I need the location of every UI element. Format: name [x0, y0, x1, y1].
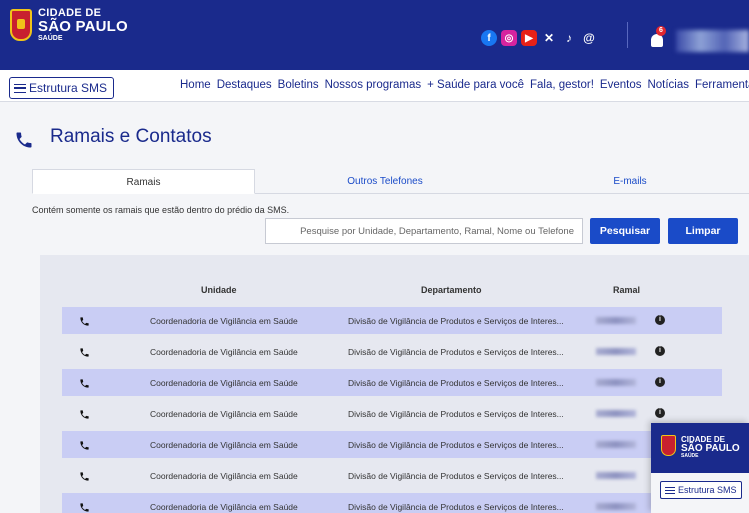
table-row[interactable]: Coordenadoria de Vigilância em Saúde Div…	[62, 493, 722, 513]
phone-icon	[80, 410, 89, 419]
phone-icon	[80, 503, 89, 512]
cell-ramal-blurred	[596, 379, 636, 386]
info-icon[interactable]: i	[655, 408, 665, 418]
col-departamento: Departamento	[421, 285, 482, 295]
nav-saude-para-voce[interactable]: + Saúde para você	[427, 79, 524, 91]
cell-ramal-blurred	[596, 472, 636, 479]
phone-icon	[80, 317, 89, 326]
phone-icon	[80, 441, 89, 450]
nav-fala-gestor[interactable]: Fala, gestor!	[530, 79, 594, 91]
notification-badge: 6	[656, 26, 666, 36]
phone-icon	[16, 132, 32, 148]
tab-ramais[interactable]: Ramais	[32, 169, 255, 194]
clear-button[interactable]: Limpar	[668, 218, 738, 244]
table-row[interactable]: Coordenadoria de Vigilância em Saúde Div…	[62, 462, 722, 489]
cell-unidade: Coordenadoria de Vigilância em Saúde	[150, 409, 298, 419]
estrutura-sms-button[interactable]: Estrutura SMS	[9, 77, 115, 99]
tab-emails[interactable]: E-mails	[515, 169, 745, 194]
cell-unidade: Coordenadoria de Vigilância em Saúde	[150, 440, 298, 450]
page-title: Ramais e Contatos	[50, 126, 212, 147]
nav-noticias[interactable]: Notícias	[647, 79, 689, 91]
cell-unidade: Coordenadoria de Vigilância em Saúde	[150, 347, 298, 357]
ramais-table: Unidade Departamento Ramal Coordenadoria…	[40, 255, 749, 513]
sp-saude-logo[interactable]: CIDADE DE SÃO PAULO SAÚDE	[10, 8, 128, 42]
nav-ferramentas[interactable]: Ferramentas	[695, 79, 749, 91]
cell-ramal-blurred	[596, 348, 636, 355]
nav-links: Home Destaques Boletins Nossos programas…	[180, 79, 749, 91]
nav-nossos-programas[interactable]: Nossos programas	[325, 79, 422, 91]
social-links: f ◎ ▶ ✕ ♪ @	[481, 30, 597, 46]
phone-icon	[80, 348, 89, 357]
info-icon[interactable]: i	[655, 377, 665, 387]
cell-ramal-blurred	[596, 441, 636, 448]
top-header: CIDADE DE SÃO PAULO SAÚDE f ◎ ▶ ✕ ♪ @ 6	[0, 0, 749, 70]
table-header: Unidade Departamento Ramal	[40, 279, 749, 303]
cell-departamento: Divisão de Vigilância de Produtos e Serv…	[348, 471, 564, 481]
mini-estrutura-sms-button: Estrutura SMS	[660, 481, 742, 499]
table-row[interactable]: Coordenadoria de Vigilância em Saúde Div…	[62, 400, 722, 427]
cell-unidade: Coordenadoria de Vigilância em Saúde	[150, 316, 298, 326]
table-row[interactable]: Coordenadoria de Vigilância em Saúde Div…	[62, 338, 722, 365]
facebook-icon[interactable]: f	[481, 30, 497, 46]
nav-home[interactable]: Home	[180, 79, 211, 91]
col-unidade: Unidade	[201, 285, 237, 295]
contact-tabs: Ramais Outros Telefones E-mails	[32, 169, 749, 194]
phone-icon	[80, 472, 89, 481]
col-ramal: Ramal	[613, 285, 641, 295]
menu-label: Estrutura SMS	[29, 81, 108, 95]
info-text: Contém somente os ramais que estão dentr…	[32, 205, 290, 215]
table-row[interactable]: Coordenadoria de Vigilância em Saúde Div…	[62, 431, 722, 458]
logo-line3: SAÚDE	[38, 35, 63, 42]
table-row[interactable]: Coordenadoria de Vigilância em Saúde Div…	[62, 307, 722, 334]
cell-unidade: Coordenadoria de Vigilância em Saúde	[150, 502, 298, 512]
mini-header: CIDADE DE SÃO PAULO SAÚDE	[651, 423, 749, 473]
city-crest-icon	[10, 9, 32, 41]
cell-departamento: Divisão de Vigilância de Produtos e Serv…	[348, 316, 564, 326]
header-divider	[627, 22, 628, 48]
cell-departamento: Divisão de Vigilância de Produtos e Serv…	[348, 378, 564, 388]
user-profile-blurred[interactable]	[676, 30, 749, 52]
nav-boletins[interactable]: Boletins	[278, 79, 319, 91]
x-icon[interactable]: ✕	[541, 30, 557, 46]
cell-departamento: Divisão de Vigilância de Produtos e Serv…	[348, 347, 564, 357]
search-input[interactable]	[265, 218, 583, 244]
mini-menu-label: Estrutura SMS	[678, 485, 737, 495]
info-icon[interactable]: i	[655, 346, 665, 356]
table-row[interactable]: Coordenadoria de Vigilância em Saúde Div…	[62, 369, 722, 396]
cell-unidade: Coordenadoria de Vigilância em Saúde	[150, 471, 298, 481]
cell-ramal-blurred	[596, 317, 636, 324]
mini-screenshot-overlay: CIDADE DE SÃO PAULO SAÚDE Estrutura SMS	[651, 423, 749, 513]
cell-ramal-blurred	[596, 410, 636, 417]
tiktok-icon[interactable]: ♪	[561, 30, 577, 46]
hamburger-icon	[14, 83, 26, 93]
threads-icon[interactable]: @	[581, 30, 597, 46]
mini-logo-line3: SAÚDE	[681, 453, 699, 459]
phone-icon	[80, 379, 89, 388]
nav-destaques[interactable]: Destaques	[217, 79, 272, 91]
search-button[interactable]: Pesquisar	[590, 218, 660, 244]
cell-unidade: Coordenadoria de Vigilância em Saúde	[150, 378, 298, 388]
main-nav: Estrutura SMS Home Destaques Boletins No…	[0, 70, 749, 102]
youtube-icon[interactable]: ▶	[521, 30, 537, 46]
cell-departamento: Divisão de Vigilância de Produtos e Serv…	[348, 502, 564, 512]
hamburger-icon	[665, 486, 675, 494]
tab-outros-telefones[interactable]: Outros Telefones	[255, 169, 515, 194]
nav-eventos[interactable]: Eventos	[600, 79, 642, 91]
instagram-icon[interactable]: ◎	[501, 30, 517, 46]
cell-departamento: Divisão de Vigilância de Produtos e Serv…	[348, 440, 564, 450]
info-icon[interactable]: i	[655, 315, 665, 325]
cell-departamento: Divisão de Vigilância de Produtos e Serv…	[348, 409, 564, 419]
logo-line2: SÃO PAULO	[38, 18, 128, 35]
city-crest-icon	[661, 435, 676, 456]
cell-ramal-blurred	[596, 503, 636, 510]
